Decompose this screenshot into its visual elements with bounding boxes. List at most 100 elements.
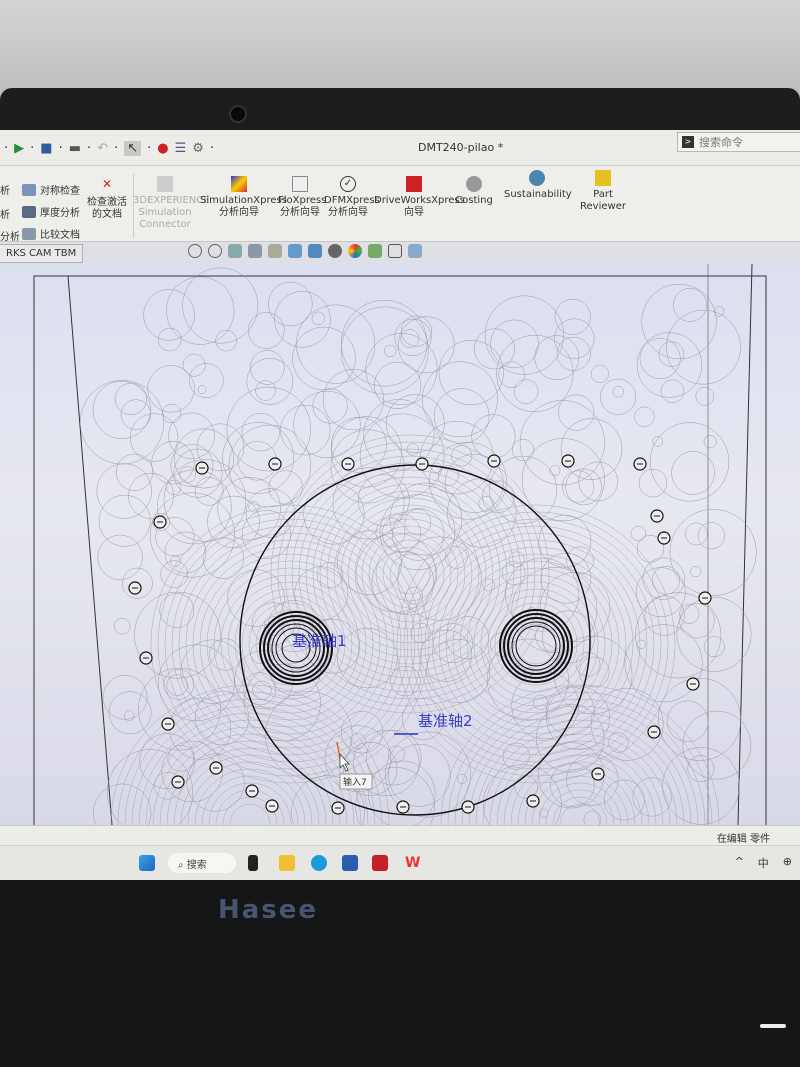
open-icon[interactable]: ▶	[14, 141, 24, 156]
label: Sustainability	[504, 189, 572, 200]
new-icon[interactable]: ·	[4, 141, 8, 156]
thickness-analysis-button[interactable]: 厚度分析	[22, 204, 80, 219]
driveworksxpress-button[interactable]: DriveWorksXpress 向导	[374, 176, 465, 219]
cad-drawing[interactable]: 基准轴1 基准轴2 输入7	[0, 263, 800, 880]
flow-icon	[292, 176, 308, 192]
quick-access-toolbar: · ▶ · ■ · ▬ · ↶ · ↖ · ● ☰ ⚙ ·	[4, 140, 215, 156]
dfmxpress-button[interactable]: ✓ DFMXpress 分析向导	[324, 176, 380, 219]
network-icon[interactable]: ⊕	[783, 855, 792, 871]
command-search-input[interactable]: > 搜索命令	[677, 132, 800, 152]
simulationxpress-button[interactable]: SimulationXpress 分析向导	[200, 176, 287, 219]
part-outline-lines	[80, 267, 757, 880]
edge-icon[interactable]	[311, 855, 327, 871]
view-orientation-icon[interactable]	[288, 244, 302, 258]
taskbar: ⌕ 搜索 W ^ 中 ⊕	[0, 845, 800, 880]
simulation-icon	[231, 176, 247, 192]
dynamic-annotation-icon[interactable]	[268, 244, 282, 258]
zoom-area-icon[interactable]	[208, 244, 222, 258]
windows-start-icon[interactable]	[139, 855, 155, 871]
store-icon[interactable]	[342, 855, 358, 871]
window-title: DMT240-pilao *	[418, 141, 504, 154]
label: Part Reviewer	[580, 189, 626, 212]
label: FloXpress 分析向导	[278, 195, 327, 218]
part-reviewer-button[interactable]: Part Reviewer	[578, 170, 628, 213]
label: SimulationXpress 分析向导	[200, 195, 287, 218]
taskbar-search[interactable]: ⌕ 搜索	[168, 853, 236, 873]
view-settings-icon[interactable]	[388, 244, 402, 258]
label: 检查激活的文档	[87, 197, 127, 220]
ribbon: 析 析 分析 对称检查 厚度分析 比较文档 ✕ 检查激活的文档 3DEXPERIE…	[0, 166, 800, 243]
screen: · ▶ · ■ · ▬ · ↶ · ↖ · ● ☰ ⚙ · DMT240-pilao * >…	[0, 130, 800, 880]
tab-cam-tbm[interactable]: RKS CAM TBM	[0, 244, 84, 263]
scene-icon[interactable]	[368, 244, 382, 258]
solidworks-icon[interactable]	[372, 855, 388, 871]
thickness-icon	[22, 205, 36, 218]
frame-line	[737, 263, 753, 826]
sustainability-button[interactable]: Sustainability	[504, 170, 572, 201]
laptop-bezel	[0, 88, 800, 133]
checkmark-icon: ✓	[340, 176, 356, 192]
hasee-logo: Hasee	[218, 895, 319, 925]
appearance-icon[interactable]	[348, 244, 362, 258]
search-placeholder: 搜索命令	[699, 136, 743, 149]
check-icon: ✕	[101, 177, 113, 191]
background-wall	[0, 0, 800, 100]
rebuild-icon[interactable]: ●	[157, 141, 168, 156]
section-view-icon[interactable]	[248, 244, 262, 258]
label: DFMXpress 分析向导	[324, 195, 380, 218]
graphics-area[interactable]: 基准轴1 基准轴2 输入7	[0, 263, 800, 880]
label: 对称检查	[40, 186, 80, 197]
hide-show-icon[interactable]	[328, 244, 342, 258]
input-method-indicator[interactable]: 中	[758, 855, 769, 871]
print-icon[interactable]: ▬	[69, 141, 81, 156]
save-icon[interactable]: ■	[40, 141, 52, 156]
display-style-icon[interactable]	[308, 244, 322, 258]
coins-icon	[466, 176, 482, 192]
webcam	[229, 105, 247, 123]
task-view-icon[interactable]	[248, 855, 258, 871]
select-icon[interactable]: ↖	[124, 140, 142, 156]
power-led	[760, 1024, 786, 1028]
system-tray: ^ 中 ⊕	[735, 855, 792, 871]
label: 厚度分析	[40, 208, 80, 219]
3dexperience-button[interactable]: 3DEXPERIENCE Simulation Connector	[133, 176, 210, 231]
file-properties-icon[interactable]: ☰	[175, 141, 187, 156]
options-gear-icon[interactable]: ⚙	[192, 141, 204, 156]
zoom-to-fit-icon[interactable]	[188, 244, 202, 258]
ribbon-cut-label[interactable]: 析	[0, 206, 10, 221]
sustainability-icon	[529, 170, 545, 186]
tooltip-text: 输入7	[343, 776, 367, 788]
symmetry-check-button[interactable]: 对称检查	[22, 182, 80, 197]
label: DriveWorksXpress 向导	[374, 195, 465, 218]
compare-icon	[22, 227, 36, 240]
check-active-document-button[interactable]: ✕ 检查激活的文档	[86, 178, 128, 221]
tab-strip: RKS CAM TBM	[0, 242, 800, 264]
label: 比较文档	[40, 230, 80, 241]
connector-icon	[157, 176, 173, 192]
driveworks-icon	[406, 176, 422, 192]
status-text: 在编辑 零件	[716, 834, 770, 845]
ribbon-cut-label[interactable]: 析	[0, 182, 10, 197]
wps-icon[interactable]: W	[405, 855, 421, 871]
ribbon-cut-label[interactable]: 分析	[0, 228, 20, 243]
search-label: 搜索	[186, 860, 207, 871]
status-bar: 在编辑 零件	[0, 825, 800, 845]
symmetry-icon	[22, 183, 36, 196]
previous-view-icon[interactable]	[228, 244, 242, 258]
title-bar: · ▶ · ■ · ▬ · ↶ · ↖ · ● ☰ ⚙ · DMT240-pilao * >…	[0, 130, 800, 166]
axis-triad-icon[interactable]	[408, 244, 422, 258]
label: Costing	[455, 195, 493, 206]
axis1-label[interactable]: 基准轴1	[292, 632, 347, 650]
frame-line	[67, 275, 113, 826]
undo-icon[interactable]: ↶	[97, 141, 108, 156]
heads-up-view-toolbar	[188, 244, 422, 258]
terminal-icon: >	[682, 136, 694, 148]
part-reviewer-icon	[595, 170, 611, 186]
show-hidden-icons[interactable]: ^	[735, 855, 744, 871]
compare-documents-button[interactable]: 比较文档	[22, 226, 80, 241]
costing-button[interactable]: Costing	[454, 176, 494, 207]
axis2-label[interactable]: 基准轴2	[418, 712, 473, 730]
floxpress-button[interactable]: FloXpress 分析向导	[278, 176, 326, 219]
label: 3DEXPERIENCE Simulation Connector	[133, 195, 210, 230]
file-explorer-icon[interactable]	[279, 855, 295, 871]
